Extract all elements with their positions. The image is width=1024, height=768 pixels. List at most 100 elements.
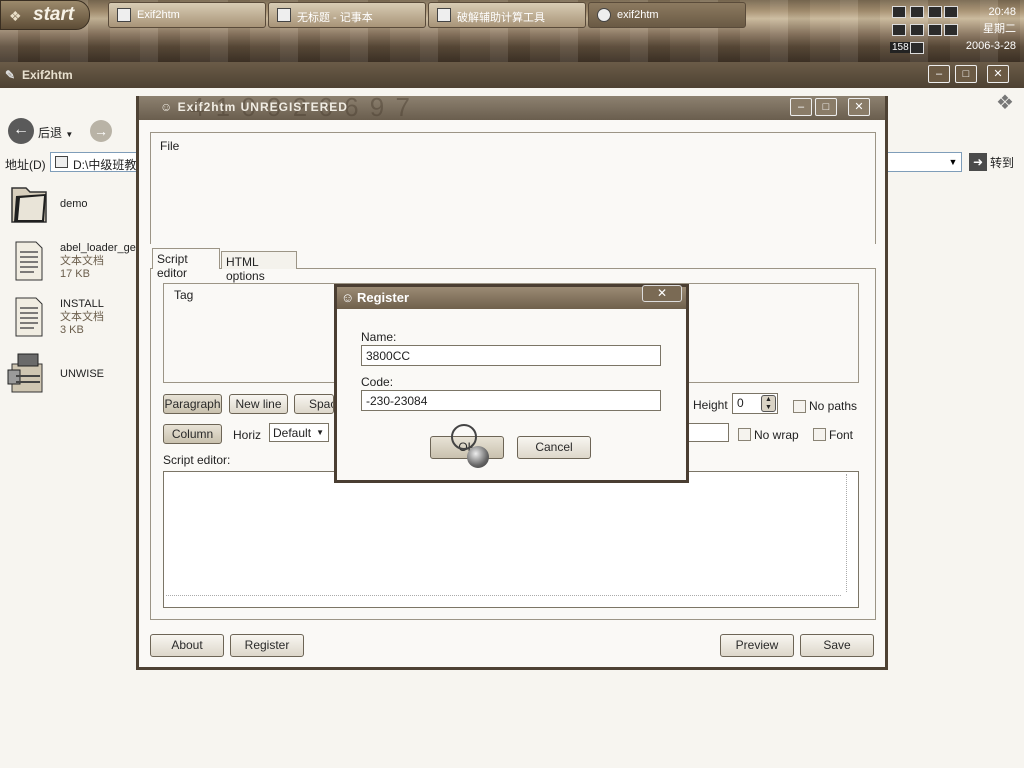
file-item-unwise[interactable]: UNWISE — [6, 350, 136, 400]
explorer-title-bar: ✎ Exif2htm — [0, 62, 1024, 88]
file-group — [150, 132, 876, 244]
back-label[interactable]: 后退 ▼ — [38, 124, 73, 141]
clock-time: 20:48 — [988, 6, 1016, 18]
app-title-icon: ☺ — [160, 100, 174, 114]
taskbar-button-exif2htm[interactable]: Exif2htm — [108, 2, 266, 28]
file-name: abel_loader_gen — [60, 242, 142, 254]
explorer-close-button[interactable]: ✕ — [987, 65, 1009, 83]
app-minimize-button[interactable]: – — [790, 98, 812, 116]
chevron-down-icon: ▼ — [316, 428, 324, 437]
file-size: 17 KB — [60, 268, 90, 280]
windows-logo-icon: ❖ — [996, 92, 1014, 114]
name-label: Name: — [361, 330, 397, 344]
no-paths-checkbox[interactable] — [793, 400, 806, 413]
register-button[interactable]: Register — [230, 634, 304, 657]
no-wrap-checkbox[interactable] — [738, 428, 751, 441]
file-group-label: File — [160, 139, 180, 153]
antivirus-icon[interactable] — [944, 6, 958, 18]
app-title-icon: ☺ — [341, 290, 355, 305]
file-name: demo — [60, 198, 88, 210]
script-editor-label: Script editor: — [163, 453, 231, 467]
font-checkbox[interactable] — [813, 428, 826, 441]
about-button[interactable]: About — [150, 634, 224, 657]
cancel-button[interactable]: Cancel — [517, 436, 591, 459]
dialog-close-button[interactable]: ✕ — [642, 285, 682, 302]
file-item-install[interactable]: INSTALL 文本文档 3 KB — [6, 294, 136, 340]
register-dialog-title-bar: ☺ Register — [337, 287, 686, 309]
app-title: ☺ Exif2htm UNREGISTERED — [160, 100, 348, 114]
calculator-icon — [437, 8, 451, 22]
tray-counter: 158 — [890, 42, 911, 53]
start-label: start — [33, 4, 75, 25]
new-line-button[interactable]: New line — [229, 394, 288, 414]
shield-icon[interactable] — [928, 24, 942, 36]
column-button[interactable]: Column — [163, 424, 222, 444]
file-type: 文本文档 — [60, 311, 104, 323]
register-dialog-title: Register — [357, 290, 410, 305]
network-icon[interactable] — [910, 6, 924, 18]
folder-icon: ✎ — [5, 68, 16, 82]
forward-arrow-icon[interactable]: → — [90, 120, 112, 142]
file-item-abel-loader[interactable]: abel_loader_gen 文本文档 17 KB — [6, 238, 142, 284]
clock-date: 2006-3-28 — [965, 40, 1016, 52]
paragraph-button[interactable]: Paragraph — [163, 394, 222, 414]
explorer-title: Exif2htm — [22, 68, 73, 82]
file-name: INSTALL — [60, 298, 104, 310]
horiz-select[interactable]: Default ▼ — [269, 423, 329, 442]
clock[interactable]: 20:48 星期二 2006-3-28 — [966, 4, 1016, 55]
script-editor-textarea[interactable] — [163, 471, 859, 608]
firewall-icon[interactable] — [944, 24, 958, 36]
width-input[interactable] — [688, 423, 729, 442]
notepad-icon — [277, 8, 291, 22]
app-icon — [597, 8, 611, 22]
clock-weekday: 星期二 — [983, 23, 1016, 35]
taskbar-button-calc-tool[interactable]: 破解辅助计算工具 — [428, 2, 586, 28]
mouse-cursor-icon — [467, 446, 489, 468]
preview-button[interactable]: Preview — [720, 634, 794, 657]
vertical-scrollbar[interactable] — [846, 474, 856, 592]
app-maximize-button[interactable]: □ — [815, 98, 837, 116]
windows-flag-icon: ❖ — [9, 8, 22, 24]
font-label: Font — [829, 428, 854, 442]
system-tray: 158 20:48 星期二 2006-3-28 — [884, 0, 1024, 62]
name-input[interactable]: 3800CC — [361, 345, 661, 366]
taskbar-button-exif2htm-active[interactable]: exif2htm — [588, 2, 746, 28]
no-paths-label: No paths — [809, 399, 858, 413]
file-name: UNWISE — [60, 368, 104, 380]
tab-html-options[interactable]: HTML options — [221, 251, 297, 283]
folder-icon — [55, 156, 68, 168]
tag-group-label: Tag — [174, 288, 194, 302]
app-close-button[interactable]: ✕ — [848, 98, 870, 116]
address-dropdown-icon[interactable]: ▼ — [944, 153, 962, 171]
height-spinner[interactable]: ▲ ▼ — [761, 395, 776, 412]
file-type: 文本文档 — [60, 255, 104, 267]
code-input[interactable]: -230-23084 — [361, 390, 661, 411]
go-button[interactable]: ➜ 转到 — [968, 152, 1020, 172]
taskbar-button-notepad[interactable]: 无标题 - 记事本 — [268, 2, 426, 28]
back-arrow-icon[interactable]: ← — [8, 118, 34, 144]
folder-icon — [11, 187, 47, 223]
file-size: 3 KB — [60, 324, 84, 336]
file-item-demo[interactable]: demo — [6, 182, 136, 228]
go-arrow-icon: ➜ — [969, 153, 987, 171]
text-document-icon — [15, 241, 43, 281]
explorer-maximize-button[interactable]: □ — [955, 65, 977, 83]
start-button[interactable]: ❖ start — [0, 0, 90, 30]
save-button[interactable]: Save — [800, 634, 874, 657]
no-wrap-label: No wrap — [754, 428, 799, 442]
tab-script-editor[interactable]: Script editor — [152, 248, 220, 280]
code-label: Code: — [361, 375, 394, 389]
security-icon[interactable] — [928, 6, 942, 18]
explorer-minimize-button[interactable]: – — [928, 65, 950, 83]
horizontal-scrollbar[interactable] — [166, 595, 841, 605]
address-label: 地址(D) — [5, 158, 46, 172]
horiz-label: Horiz — [233, 428, 262, 442]
text-document-icon — [15, 297, 43, 337]
app-icon — [117, 8, 131, 22]
update-icon[interactable] — [910, 24, 924, 36]
space-button[interactable]: Spac — [294, 394, 334, 414]
installer-icon — [7, 353, 43, 393]
volume-icon[interactable] — [892, 6, 906, 18]
messenger-icon[interactable] — [910, 42, 924, 54]
input-method-icon[interactable] — [892, 24, 906, 36]
